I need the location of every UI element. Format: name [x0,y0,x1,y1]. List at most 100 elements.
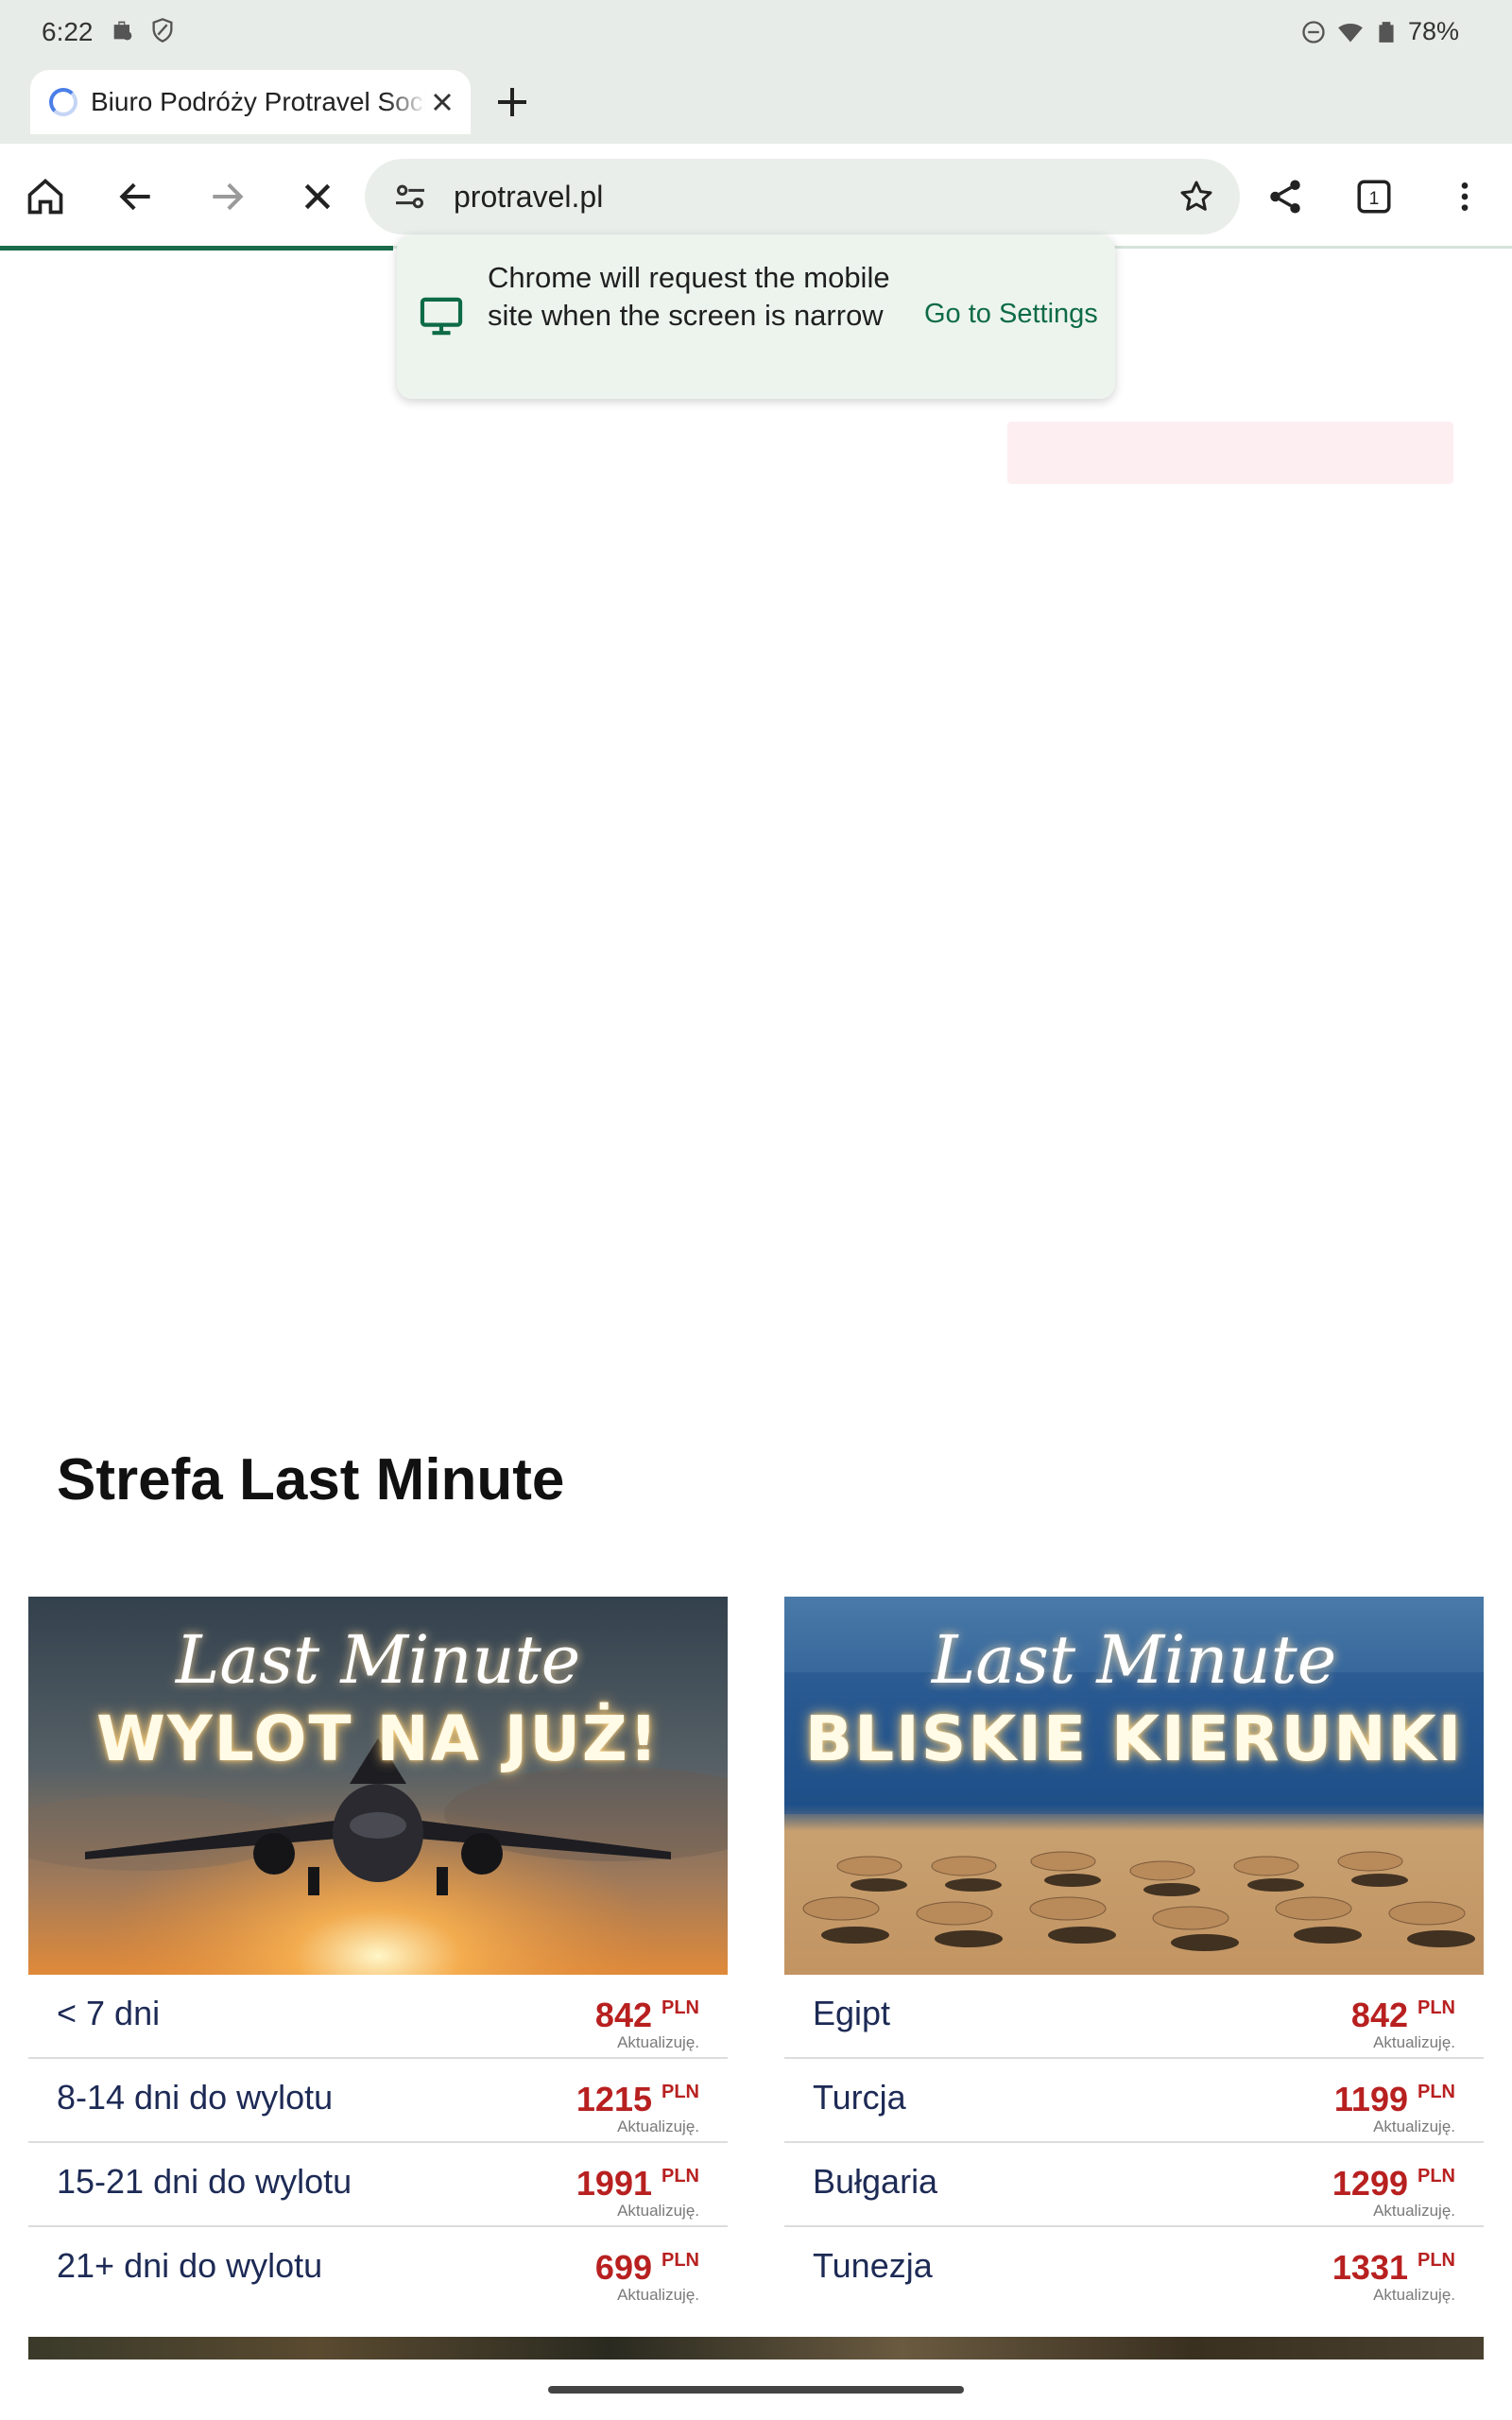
offer-row[interactable]: 8-14 dni do wylotu 1215 PLN Aktualizuję. [28,2059,728,2143]
price-value: 1991 [576,2164,652,2203]
address-bar[interactable]: protravel.pl [365,159,1240,234]
menu-button[interactable] [1436,168,1493,225]
arrow-forward-icon [213,182,244,211]
price-status: Aktualizuję. [617,2118,699,2135]
loading-spinner-icon [49,88,77,116]
price-currency: PLN [662,2166,699,2187]
price-status: Aktualizuję. [1373,2202,1455,2220]
offer-row[interactable]: Tunezja 1331 PLN Aktualizuję. [784,2227,1484,2311]
site-settings-icon[interactable] [391,178,429,216]
offer-label: 15-21 dni do wylotu [57,2162,352,2201]
more-vert-icon [1461,182,1469,211]
offer-label: Tunezja [813,2246,933,2285]
offer-row[interactable]: 21+ dni do wylotu 699 PLN Aktualizuję. [28,2227,728,2311]
go-to-settings-link[interactable]: Go to Settings [924,299,1098,330]
offer-row[interactable]: Bułgaria 1299 PLN Aktualizuję. [784,2143,1484,2227]
tab-title: Biuro Podróży Protravel Sochaczew [91,87,426,116]
price-status: Aktualizuję. [617,2033,699,2051]
tab-strip: Biuro Podróży Protravel Sochaczew [0,70,1512,144]
svg-text:1: 1 [1369,189,1380,209]
home-icon [27,179,63,215]
price-currency: PLN [662,2250,699,2271]
offer-price: 1215 PLN [576,2080,699,2119]
offer-list: Egipt 842 PLN Aktualizuję. Turcja 1199 PLN… [784,1975,1484,2311]
gesture-navigation-bar[interactable] [548,2386,964,2394]
arrow-back-icon [119,182,150,211]
offer-row[interactable]: Turcja 1199 PLN Aktualizuję. [784,2059,1484,2143]
status-time: 6:22 [42,17,94,46]
offer-row[interactable]: < 7 dni 842 PLN Aktualizuję. [28,1975,728,2059]
banner-headline: BLISKIE KIERUNKI [804,1703,1464,1775]
offer-price: 699 PLN [595,2248,699,2288]
status-notification-icons [110,17,176,43]
banner-script-text: Last Minute [931,1621,1337,1699]
faint-button-placeholder [1007,422,1453,484]
work-profile-icon [113,21,132,41]
price-currency: PLN [662,2082,699,2102]
last-minute-card-destinations[interactable]: Last Minute BLISKIE KIERUNKI Egipt 842 PL… [784,1597,1484,2311]
bookmark-star-icon[interactable] [1177,178,1215,216]
offer-row[interactable]: 15-21 dni do wylotu 1991 PLN Aktualizuję. [28,2143,728,2227]
message-text: Chrome will request the mobile site when… [488,261,890,332]
close-tab-icon[interactable] [427,87,457,117]
offer-list: < 7 dni 842 PLN Aktualizuję. 8-14 dni do … [28,1975,728,2311]
battery-icon [1379,21,1394,43]
price-status: Aktualizuję. [1373,2033,1455,2051]
offer-label: < 7 dni [57,1994,161,2032]
last-minute-card-departure[interactable]: Last Minute WYLOT NA JUŻ! < 7 dni 842 PLN… [28,1597,728,2311]
do-not-disturb-icon [1302,20,1325,43]
banner-image-airplane[interactable]: Last Minute WYLOT NA JUŻ! [28,1597,728,1975]
shield-icon [152,18,173,43]
price-value: 1299 [1332,2164,1408,2203]
price-value: 1331 [1332,2248,1408,2287]
share-button[interactable] [1257,168,1314,225]
status-bar: 6:22 78% [0,0,1512,70]
offer-row[interactable]: Egipt 842 PLN Aktualizuję. [784,1975,1484,2059]
price-status: Aktualizuję. [1373,2118,1455,2135]
status-system-icons: 78% [1300,17,1459,46]
offer-price: 1299 PLN [1332,2164,1455,2204]
banner-image-beach[interactable]: Last Minute BLISKIE KIERUNKI [784,1597,1484,1975]
stop-loading-button[interactable] [289,168,346,225]
offer-price: 842 PLN [595,1996,699,2035]
offer-label: 21+ dni do wylotu [57,2246,323,2285]
share-icon [1270,180,1300,214]
offer-label: Egipt [813,1994,891,2032]
offer-price: 1331 PLN [1332,2248,1455,2288]
price-status: Aktualizuję. [617,2286,699,2304]
banner-headline: WYLOT NA JUŻ! [96,1703,660,1775]
price-status: Aktualizuję. [617,2202,699,2220]
offer-label: 8-14 dni do wylotu [57,2078,334,2117]
offer-label: Turcja [813,2078,906,2117]
price-value: 1199 [1333,2080,1408,2118]
price-value: 842 [1350,1996,1408,2034]
section-title: Strefa Last Minute [57,1447,565,1512]
offer-label: Bułgaria [813,2162,938,2201]
price-currency: PLN [662,1997,699,2018]
wifi-icon [1338,23,1363,42]
url-text: protravel.pl [454,180,604,214]
tab-count-icon: 1 [1357,180,1391,214]
forward-button[interactable] [198,168,255,225]
tab-switcher-button[interactable]: 1 [1346,168,1402,225]
home-button[interactable] [17,168,74,225]
price-value: 842 [594,1996,652,2034]
price-currency: PLN [1418,2166,1455,2187]
battery-level: 78% [1407,17,1459,45]
price-currency: PLN [1418,1997,1455,2018]
banner-script-text: Last Minute [175,1621,581,1699]
mobile-site-message: Chrome will request the mobile site when… [397,234,1115,399]
back-button[interactable] [108,168,164,225]
offer-price: 1991 PLN [576,2164,699,2204]
price-currency: PLN [1418,2250,1455,2271]
page-load-progress [0,246,393,251]
next-banner-edge [28,2337,1484,2360]
active-tab[interactable]: Biuro Podróży Protravel Sochaczew [30,70,471,134]
price-currency: PLN [1418,2082,1455,2102]
offer-price: 1199 PLN [1334,2080,1455,2119]
close-icon [304,183,331,210]
new-tab-icon[interactable] [493,83,531,121]
price-status: Aktualizuję. [1373,2286,1455,2304]
price-value: 699 [594,2248,652,2287]
price-value: 1215 [576,2080,652,2118]
